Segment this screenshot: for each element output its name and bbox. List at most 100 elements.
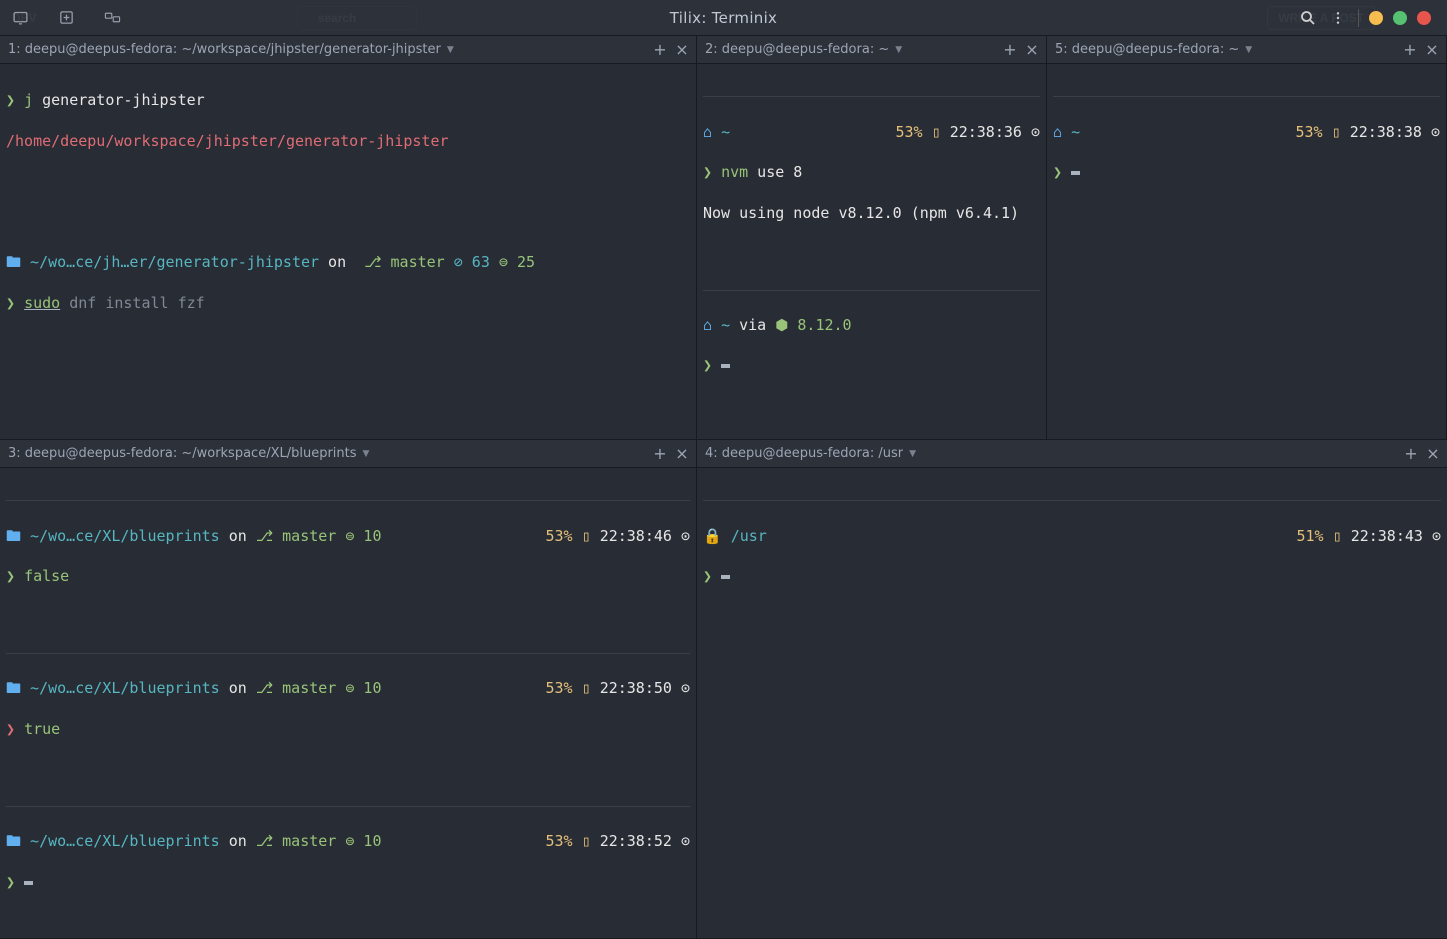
battery-icon: ▯	[582, 527, 591, 545]
branch-icon: ⎇	[256, 527, 273, 545]
clock-icon: ⊙	[1431, 123, 1440, 141]
divider	[6, 500, 690, 501]
branch-icon: ⎇	[364, 252, 381, 272]
pane2-tab-title: 2: deepu@deepus-fedora: ~	[705, 42, 889, 57]
new-window-icon[interactable]	[52, 4, 80, 32]
stash-icon: ⊜	[499, 252, 508, 272]
branch-icon: ⎇	[256, 832, 273, 850]
pane3-dir1: ~/wo…ce/XL/blueprints	[30, 527, 220, 545]
pane5-time: 22:38:38	[1350, 123, 1422, 141]
terminal-pane-5[interactable]: 5: deepu@deepus-fedora: ~ ▼ + × ⌂ ~53% ▯…	[1047, 36, 1447, 440]
pane2-add-button[interactable]: +	[1002, 42, 1018, 58]
pane1-tab-title: 1: deepu@deepus-fedora: ~/workspace/jhip…	[8, 42, 441, 57]
prompt-icon: ❯	[6, 566, 15, 586]
pane3-dir3: ~/wo…ce/XL/blueprints	[30, 832, 220, 850]
branch-icon: ⎇	[256, 679, 273, 697]
cursor	[721, 575, 730, 579]
divider	[1053, 96, 1440, 97]
pane4-close-button[interactable]: ×	[1425, 446, 1441, 462]
prompt-icon: ❯	[6, 90, 15, 110]
pane3-dir2: ~/wo…ce/XL/blueprints	[30, 679, 220, 697]
divider	[703, 290, 1040, 291]
chevron-down-icon[interactable]: ▼	[1245, 45, 1252, 55]
battery-icon: ▯	[582, 832, 591, 850]
pane3-branch1: master	[282, 527, 336, 545]
divider	[703, 500, 1441, 501]
pane2-time: 22:38:36	[950, 123, 1022, 141]
terminal-pane-2[interactable]: 2: deepu@deepus-fedora: ~ ▼ + × ⌂ ~53% ▯…	[697, 36, 1047, 440]
pane1-cmd1-pre: j	[24, 90, 33, 110]
pane3-stash3: 10	[354, 832, 381, 850]
pane1-path-output: /home/deepu/workspace/jhipster/generator…	[6, 131, 449, 151]
pane3-close-button[interactable]: ×	[674, 446, 690, 462]
cursor	[24, 881, 33, 885]
pane1-add-button[interactable]: +	[652, 42, 668, 58]
pane4-tab-bar: 4: deepu@deepus-fedora: /usr ▼ + ×	[697, 440, 1447, 468]
pane5-pct: 53%	[1296, 123, 1323, 141]
pane2-via: via	[730, 315, 775, 335]
prompt-icon: ❯	[6, 293, 15, 313]
battery-icon: ▯	[1333, 527, 1342, 545]
pane3-pct1: 53%	[546, 527, 573, 545]
pane2-terminal[interactable]: ⌂ ~53% ▯ 22:38:36 ⊙ ❯ nvm use 8 Now usin…	[697, 64, 1046, 439]
pane4-tab-title: 4: deepu@deepus-fedora: /usr	[705, 446, 903, 461]
prompt-icon: ❯	[1053, 162, 1062, 182]
behind-icon: ⊘	[454, 252, 463, 272]
chevron-down-icon[interactable]: ▼	[363, 449, 370, 459]
pane2-pct: 53%	[896, 123, 923, 141]
sync-screens-icon[interactable]	[98, 4, 126, 32]
pane2-close-button[interactable]: ×	[1024, 42, 1040, 58]
session-icon[interactable]	[6, 4, 34, 32]
battery-icon: ▯	[582, 679, 591, 697]
pane4-terminal[interactable]: 🔒 /usr51% ▯ 22:38:43 ⊙ ❯	[697, 468, 1447, 938]
clock-icon: ⊙	[681, 679, 690, 697]
pane5-add-button[interactable]: +	[1402, 42, 1418, 58]
terminal-pane-1[interactable]: 1: deepu@deepus-fedora: ~/workspace/jhip…	[0, 36, 697, 440]
pane3-tab-bar: 3: deepu@deepus-fedora: ~/workspace/XL/b…	[0, 440, 696, 468]
pane5-tab-title: 5: deepu@deepus-fedora: ~	[1055, 42, 1239, 57]
pane2-output: Now using node v8.12.0 (npm v6.4.1)	[703, 203, 1019, 223]
pane3-cmd1: false	[24, 566, 69, 586]
prompt-icon: ❯	[703, 355, 712, 375]
title-bar: DEV search WRITE A POST Tilix: Terminix	[0, 0, 1447, 36]
terminal-pane-3[interactable]: 3: deepu@deepus-fedora: ~/workspace/XL/b…	[0, 440, 697, 939]
terminal-pane-4[interactable]: 4: deepu@deepus-fedora: /usr ▼ + × 🔒 /us…	[697, 440, 1447, 939]
pane3-stash2: 10	[354, 679, 381, 697]
pane1-stash: 25	[508, 252, 535, 272]
battery-icon: ▯	[932, 123, 941, 141]
pane3-branch2: master	[282, 679, 336, 697]
pane1-terminal[interactable]: ❯ j generator-jhipster /home/deepu/works…	[0, 64, 696, 439]
bg-write-post: WRITE A POST	[1267, 6, 1375, 30]
pane3-t3: 22:38:52	[600, 832, 672, 850]
home-icon: ⌂	[703, 123, 712, 141]
pane5-tilde: ~	[1071, 123, 1080, 141]
pane1-cmd1-arg: generator-jhipster	[33, 90, 205, 110]
pane5-close-button[interactable]: ×	[1424, 42, 1440, 58]
pane3-stash1: 10	[354, 527, 381, 545]
pane3-terminal[interactable]: 🖿 ~/wo…ce/XL/blueprints on ⎇ master ⊜ 10…	[0, 468, 696, 938]
pane3-pct3: 53%	[546, 832, 573, 850]
folder-icon: 🖿	[6, 679, 21, 697]
pane5-terminal[interactable]: ⌂ ~53% ▯ 22:38:38 ⊙ ❯	[1047, 64, 1446, 439]
divider	[6, 653, 690, 654]
lock-icon: 🔒	[703, 527, 722, 545]
pane1-close-button[interactable]: ×	[674, 42, 690, 58]
pane2-tilde: ~	[721, 123, 730, 141]
pane3-t1: 22:38:46	[600, 527, 672, 545]
chevron-down-icon[interactable]: ▼	[895, 45, 902, 55]
pane1-prompt-dir: ~/wo…ce/jh…er/generator-jhipster	[30, 252, 319, 272]
chevron-down-icon[interactable]: ▼	[447, 45, 454, 55]
pane5-tab-bar: 5: deepu@deepus-fedora: ~ ▼ + ×	[1047, 36, 1446, 64]
window-title: Tilix: Terminix	[670, 9, 777, 27]
pane3-t2: 22:38:50	[600, 679, 672, 697]
pane4-add-button[interactable]: +	[1403, 446, 1419, 462]
chevron-down-icon[interactable]: ▼	[909, 449, 916, 459]
folder-icon: 🖿	[6, 527, 21, 545]
pane2-cmd: nvm	[721, 162, 748, 182]
pane1-branch: master	[391, 252, 445, 272]
pane3-add-button[interactable]: +	[652, 446, 668, 462]
pane2-tilde2: ~	[721, 315, 730, 335]
clock-icon: ⊙	[1031, 123, 1040, 141]
clock-icon: ⊙	[681, 832, 690, 850]
pane4-time: 22:38:43	[1351, 527, 1423, 545]
